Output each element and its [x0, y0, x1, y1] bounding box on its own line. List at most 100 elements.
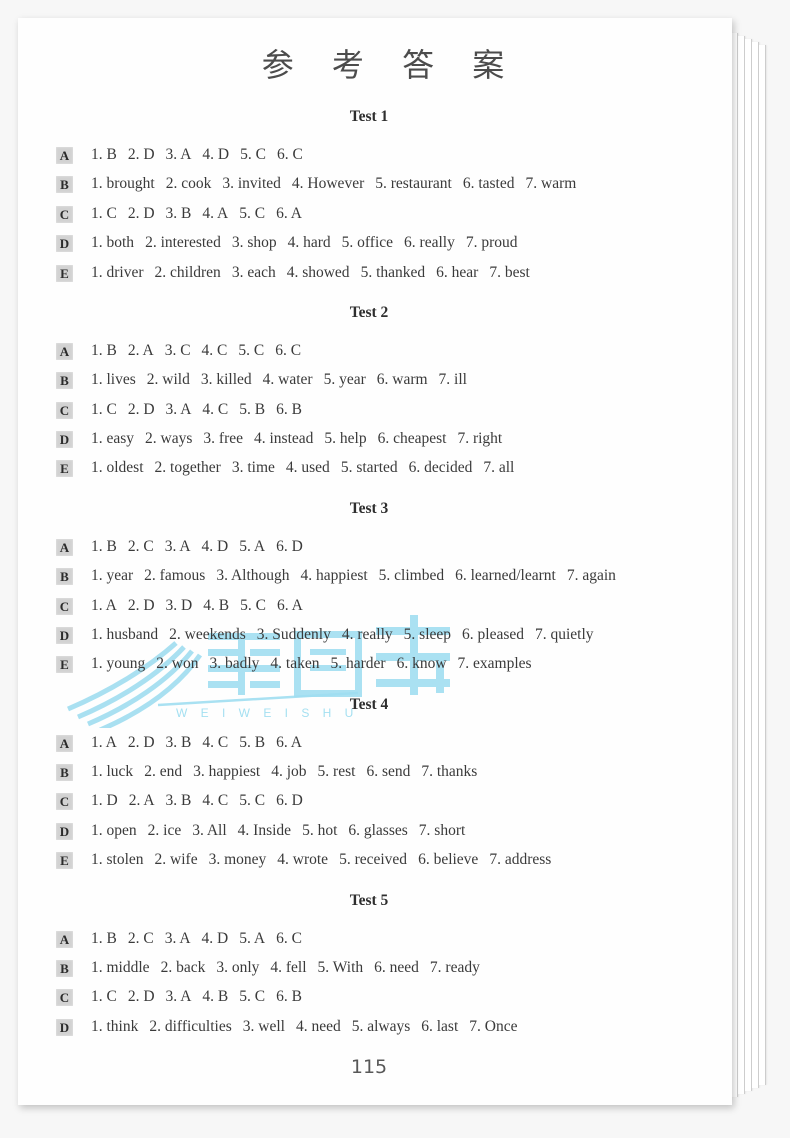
answer-row: E 1. driver 2. children 3. each 4. showed 5. … — [18, 263, 732, 282]
tests-container: Test 1 A 1. B 2. D 3. A 4. D 5. C 6. C B 1. broug… — [18, 108, 732, 1036]
answer-item: 5. B — [239, 400, 266, 418]
answer-item: 1. husband — [91, 625, 159, 643]
answer-item: 1. B — [91, 929, 117, 947]
answer-item: 5. year — [323, 371, 366, 389]
answer-item: 4. hard — [287, 234, 331, 252]
answer-item: 3. B — [165, 733, 192, 751]
answer-item: 2. ways — [145, 430, 193, 447]
answer-item: 2. D — [127, 988, 155, 1006]
answer-item: 5. A — [239, 537, 266, 555]
answer-item: 7. warm — [525, 175, 577, 193]
answer-item: 4. really — [341, 625, 393, 643]
answer-item: 5. sleep — [403, 625, 452, 643]
answer-item: 3. A — [165, 988, 192, 1006]
section-badge-e: E — [56, 656, 73, 674]
answer-item: 2. together — [154, 459, 221, 477]
test-block: Test 5 A 1. B 2. C 3. A 4. D 5. A 6. C B 1. middl… — [18, 892, 732, 1037]
answer-item: 6. decided — [408, 459, 473, 477]
answer-item: 1. A — [91, 596, 117, 614]
answer-row: D 1. think 2. difficulties 3. well 4. need 5.… — [18, 1017, 732, 1036]
section-badge-b: B — [56, 764, 73, 781]
answer-item: 3. only — [216, 958, 260, 976]
answer-item: 3. C — [164, 341, 191, 359]
answer-item: 3. A — [165, 400, 192, 418]
answer-item: 2. D — [127, 596, 155, 614]
answer-item: 5. C — [240, 146, 266, 163]
answer-item: 5. thanked — [360, 263, 426, 281]
answer-item: 5. help — [324, 430, 367, 447]
test-heading: Test 5 — [349, 891, 389, 909]
answer-item: 1. luck — [91, 763, 134, 780]
answer-item: 5. rest — [317, 763, 356, 780]
answer-row: B 1. luck 2. end 3. happiest 4. job 5. rest 6.… — [18, 762, 732, 781]
answer-item: 7. thanks — [421, 763, 478, 780]
answer-text: 1. A 2. D 3. B 4. C 5. B 6. A — [91, 733, 732, 752]
test-heading: Test 2 — [349, 303, 389, 321]
answer-item: 5. climbed — [378, 567, 445, 585]
answer-item: 3. Although — [216, 567, 290, 585]
answer-text: 1. both 2. interested 3. shop 4. hard 5. off… — [91, 233, 732, 252]
answer-item: 3. each — [231, 263, 276, 281]
answer-text: 1. open 2. ice 3. All 4. Inside 5. hot 6. gla… — [91, 821, 732, 840]
answer-item: 3. invited — [222, 175, 281, 193]
answer-item: 6. A — [276, 596, 303, 614]
answer-item: 5. harder — [330, 655, 386, 673]
answer-item: 5. always — [351, 1017, 411, 1035]
answer-item: 2. C — [127, 929, 154, 947]
answer-item: 3. time — [231, 459, 275, 477]
answer-text: 1. year 2. famous 3. Although 4. happiest 5.… — [91, 566, 732, 585]
answer-item: 5. C — [240, 596, 266, 614]
answer-item: 5. With — [317, 958, 364, 976]
section-badge-a: A — [56, 930, 73, 948]
answer-item: 4. C — [201, 341, 228, 359]
answer-item: 4. D — [202, 146, 230, 163]
answer-item: 2. children — [154, 263, 221, 281]
answer-item: 6. cheapest — [377, 430, 447, 447]
answer-item: 3. badly — [209, 655, 260, 673]
page-number: 115 — [350, 1056, 388, 1078]
answer-text: 1. think 2. difficulties 3. well 4. need 5. … — [91, 1017, 732, 1036]
answer-text: 1. A 2. D 3. D 4. B 5. C 6. A — [91, 596, 732, 615]
page-edge-sheet — [731, 33, 738, 1097]
page-edge-sheet — [752, 42, 759, 1088]
answer-item: 6. last — [421, 1017, 459, 1035]
answer-item: 6. believe — [418, 851, 479, 869]
answer-item: 7. quietly — [535, 625, 594, 643]
answer-item: 1. stolen — [91, 851, 144, 869]
page-content: 参 考 答 案 Test 1 A 1. B 2. D 3. A 4. D 5. C 6. C B… — [18, 18, 732, 1036]
answer-item: 3. All — [192, 821, 227, 839]
answer-item: 2. A — [128, 792, 155, 810]
page-edge-sheet — [745, 39, 752, 1091]
answer-item: 4. need — [295, 1017, 341, 1035]
test-block: Test 1 A 1. B 2. D 3. A 4. D 5. C 6. C B 1. broug… — [18, 108, 732, 282]
answer-item: 1. B — [91, 537, 117, 555]
answer-text: 1. B 2. A 3. C 4. C 5. C 6. C — [91, 341, 732, 360]
answer-text: 1. luck 2. end 3. happiest 4. job 5. rest 6. … — [91, 762, 732, 781]
section-badge-a: A — [56, 342, 73, 360]
section-badge-c: C — [56, 401, 73, 419]
answer-item: 1. lives — [91, 371, 136, 389]
answer-row: D 1. open 2. ice 3. All 4. Inside 5. hot 6. gl… — [18, 821, 732, 840]
answer-item: 6. B — [276, 988, 302, 1006]
answer-item: 4. C — [202, 733, 229, 751]
answer-item: 7. all — [483, 459, 515, 477]
answer-row: A 1. A 2. D 3. B 4. C 5. B 6. A — [18, 733, 732, 752]
answer-item: 3. Suddenly — [256, 625, 331, 643]
answer-row: A 1. B 2. C 3. A 4. D 5. A 6. D — [18, 537, 732, 556]
answer-item: 4. showed — [286, 263, 350, 281]
answer-item: 6. know — [396, 655, 447, 673]
answer-item: 6. warm — [376, 371, 428, 389]
answer-item: 3. B — [165, 792, 192, 810]
answer-text: 1. stolen 2. wife 3. money 4. wrote 5. recei… — [91, 850, 732, 869]
answer-item: 2. famous — [144, 567, 206, 585]
answer-item: 4. Inside — [237, 821, 292, 839]
answer-row: D 1. husband 2. weekends 3. Suddenly 4. real… — [18, 625, 732, 644]
answer-text: 1. lives 2. wild 3. killed 4. water 5. year 6… — [91, 370, 732, 389]
answer-item: 1. young — [91, 655, 146, 673]
answer-item: 2. ice — [147, 821, 182, 839]
answer-item: 5. restaurant — [375, 175, 452, 193]
answer-row: C 1. A 2. D 3. D 4. B 5. C 6. A — [18, 596, 732, 615]
answer-item: 2. wife — [154, 851, 198, 869]
section-badge-c: C — [56, 205, 73, 223]
section-badge-d: D — [56, 626, 73, 644]
